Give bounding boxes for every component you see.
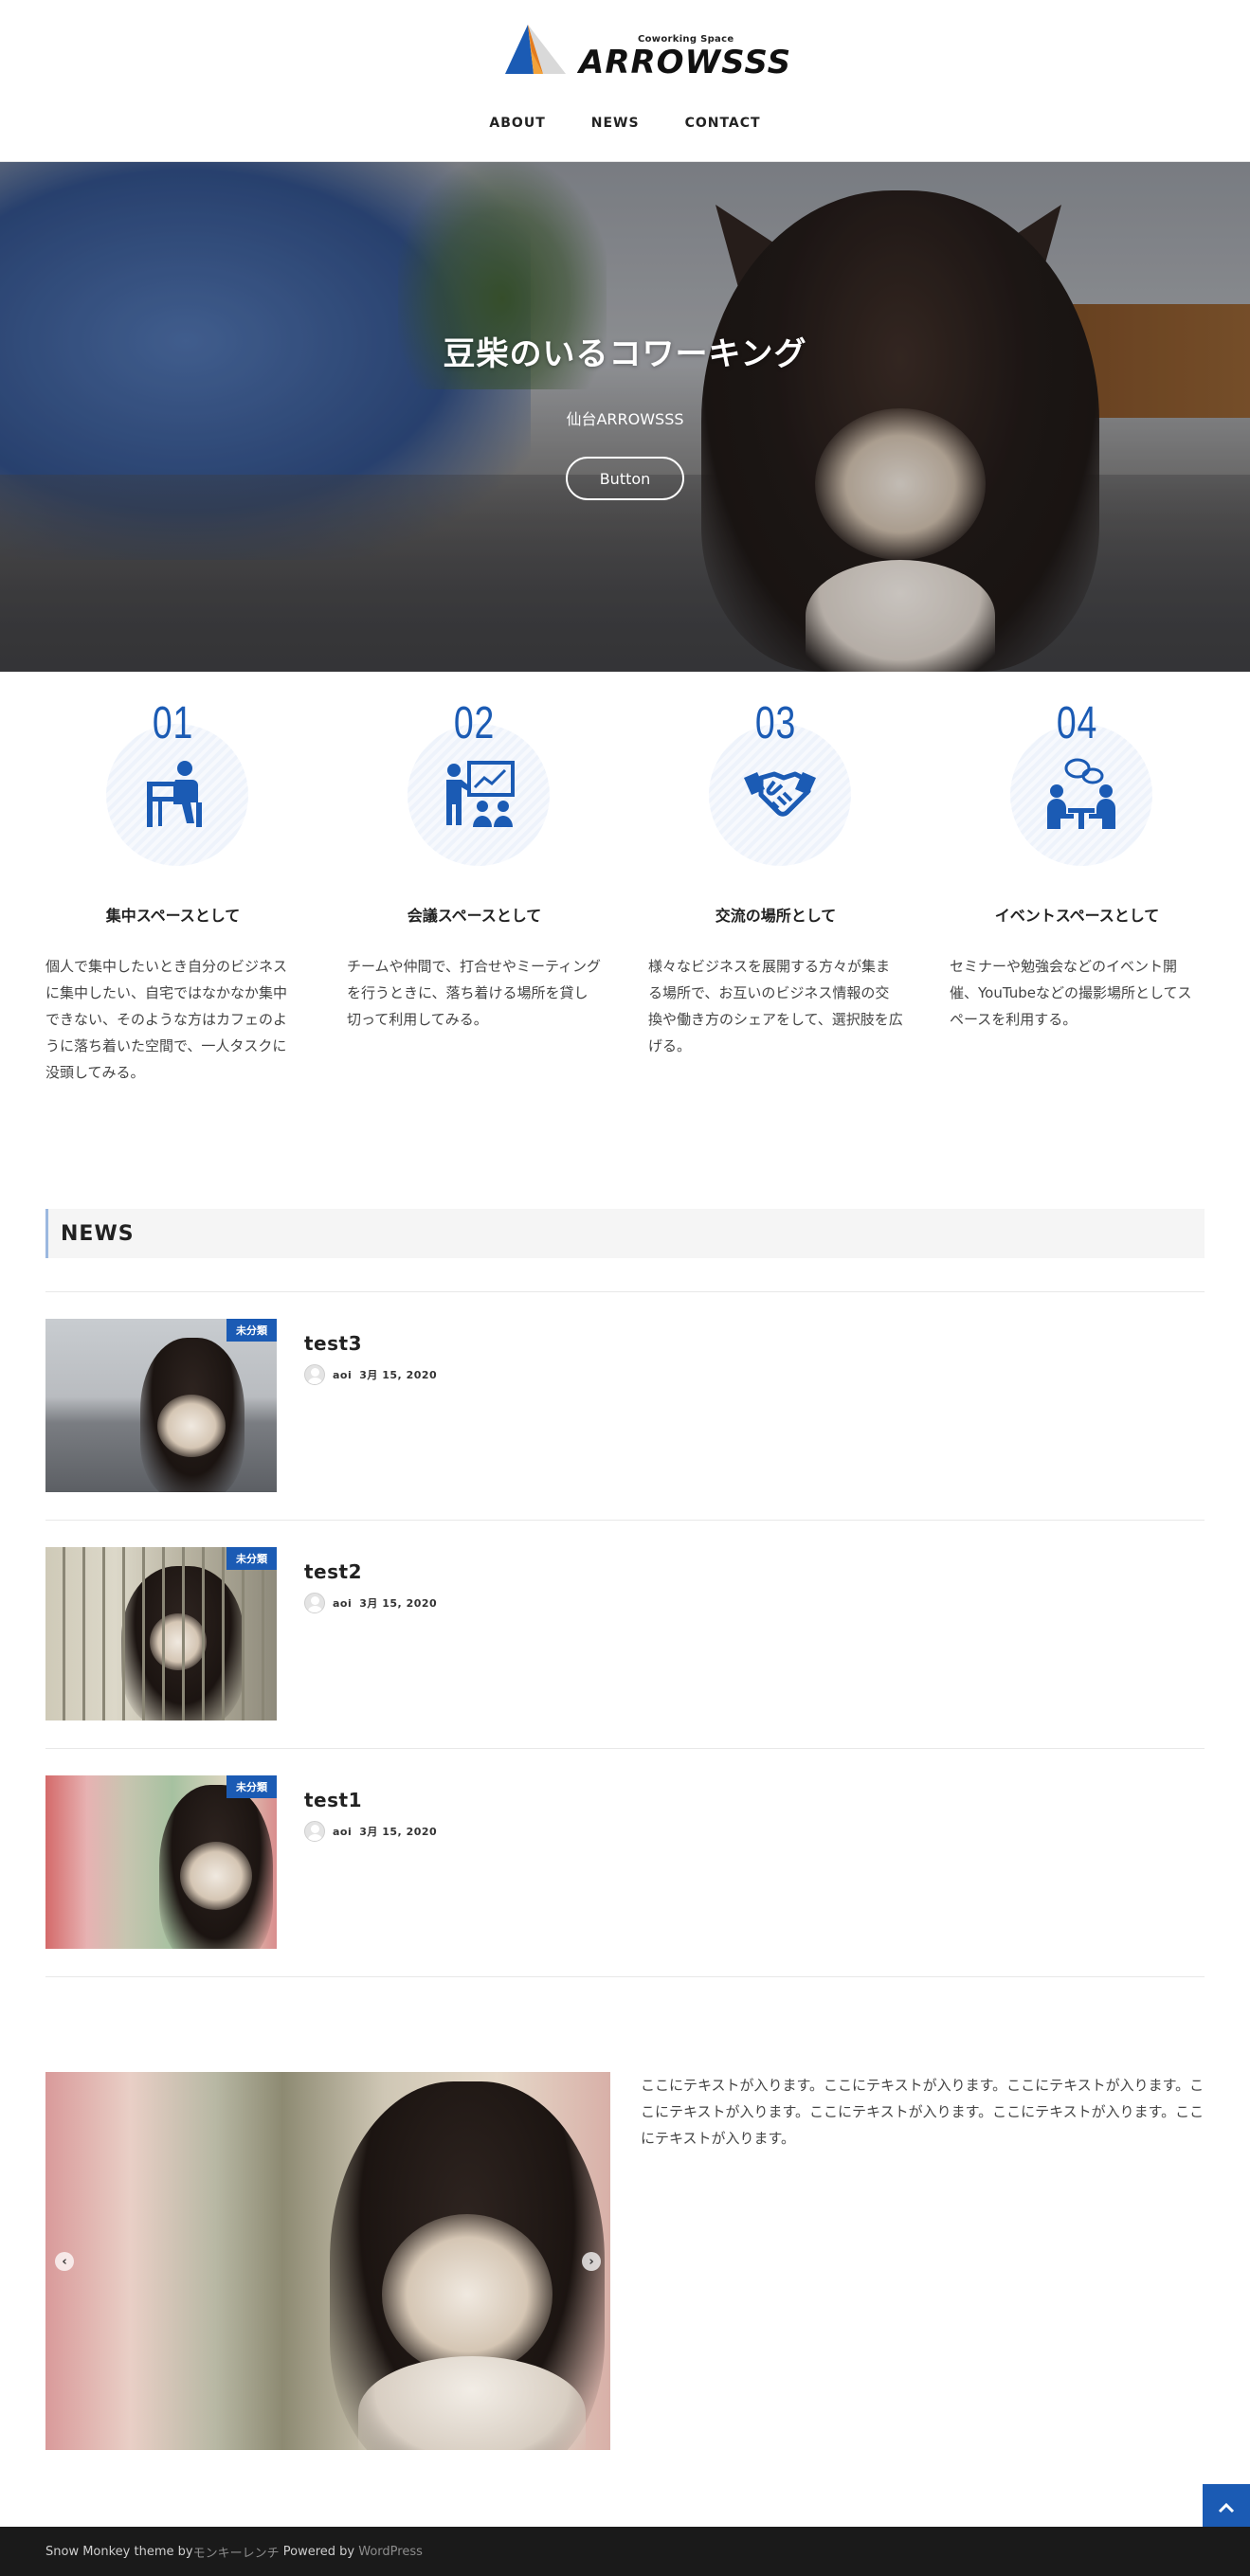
- news-thumbnail[interactable]: 未分類: [45, 1775, 277, 1949]
- thumbnail-dog-face: [157, 1395, 226, 1457]
- feature-description: 様々なビジネスを展開する方々が集まる場所で、お互いのビジネス情報の交換や働き方の…: [648, 958, 903, 1054]
- feature-description: セミナーや勉強会などのイベント開催、YouTubeなどの撮影場所としてスペースを…: [950, 958, 1192, 1028]
- logo-title: ARROWSSS: [579, 44, 792, 81]
- avatar: [304, 1821, 325, 1842]
- chevron-up-icon: [1218, 2502, 1235, 2513]
- image-slider[interactable]: ‹ ›: [45, 2072, 610, 2450]
- feature-item: 02 会議スペースとして チームや仲間で、打合せやミーティングを行うときに、落ち…: [347, 682, 602, 1099]
- feature-title: 会議スペースとして: [407, 907, 542, 925]
- logo-wordmark: Coworking Space ARROWSSS: [579, 28, 790, 81]
- features-section: 01 集中スペースとして 個人で集中したいとき自分のビジネスに集中したい、自宅で…: [45, 682, 1205, 1099]
- slider-text: ここにテキストが入ります。ここにテキストが入ります。ここにテキストが入ります。こ…: [641, 2077, 1205, 2147]
- feature-title: 交流の場所として: [715, 907, 837, 925]
- meeting-chat-icon: [1047, 758, 1115, 829]
- hero-button[interactable]: Button: [566, 457, 684, 500]
- news-date: 3月 15, 2020: [359, 1826, 438, 1838]
- news-heading-label: NEWS: [61, 1221, 135, 1246]
- news-thumbnail[interactable]: 未分類: [45, 1319, 277, 1492]
- news-meta: aoi 3月 15, 2020: [304, 1821, 437, 1842]
- slider-next-button[interactable]: ›: [582, 2252, 601, 2271]
- news-item[interactable]: 未分類 test3 aoi 3月 15, 2020: [45, 1292, 1205, 1521]
- feature-description: 個人で集中したいとき自分のビジネスに集中したい、自宅ではなかなか集中できない、そ…: [45, 958, 288, 1081]
- handshake-icon: [744, 771, 816, 817]
- nav-about[interactable]: ABOUT: [489, 116, 545, 131]
- hero-subtitle: 仙台ARROWSSS: [566, 410, 684, 428]
- category-badge[interactable]: 未分類: [226, 1547, 277, 1570]
- news-title[interactable]: test1: [304, 1789, 362, 1811]
- news-item[interactable]: 未分類 test2 aoi 3月 15, 2020: [45, 1521, 1205, 1749]
- feature-item: 04 イベントスペースとして セミナーや勉強会などのイベント開催、YouTube…: [950, 682, 1205, 1099]
- footer-theme-author-link[interactable]: モンキーレンチ: [193, 2543, 280, 2561]
- feature-item: 01 集中スペースとして 個人で集中したいとき自分のビジネスに集中したい、自宅で…: [45, 682, 300, 1099]
- desk-worker-icon: [147, 761, 202, 827]
- hero-section: 豆柴のいるコワーキング 仙台ARROWSSS Button: [0, 162, 1250, 672]
- slider-prev-button[interactable]: ‹: [55, 2252, 74, 2271]
- category-badge[interactable]: 未分類: [226, 1319, 277, 1342]
- footer-powered-prefix: Powered by: [279, 2544, 359, 2559]
- news-author: aoi: [333, 1368, 353, 1381]
- news-title[interactable]: test3: [304, 1332, 362, 1355]
- back-to-top-button[interactable]: [1203, 2484, 1250, 2531]
- arrow-logo-icon: [505, 25, 566, 74]
- feature-title: イベントスペースとして: [994, 907, 1160, 925]
- feature-title: 集中スペースとして: [105, 907, 241, 925]
- news-date: 3月 15, 2020: [359, 1597, 438, 1610]
- footer-wordpress-link[interactable]: WordPress: [358, 2545, 423, 2559]
- site-footer: Snow Monkey theme by モンキーレンチ Powered by …: [0, 2527, 1250, 2576]
- site-header: Coworking Space ARROWSSS ABOUT NEWS CONT…: [0, 0, 1250, 162]
- news-list: 未分類 test3 aoi 3月 15, 2020 未分類 test2 aoi …: [45, 1291, 1205, 1977]
- news-thumbnail[interactable]: 未分類: [45, 1547, 277, 1720]
- news-item[interactable]: 未分類 test1 aoi 3月 15, 2020: [45, 1749, 1205, 1977]
- hero-title: 豆柴のいるコワーキング: [443, 335, 807, 373]
- news-author: aoi: [333, 1596, 353, 1610]
- category-badge[interactable]: 未分類: [226, 1775, 277, 1798]
- feature-number: 04: [1056, 698, 1098, 748]
- feature-description: チームや仲間で、打合せやミーティングを行うときに、落ち着ける場所を貸し切って利用…: [347, 958, 602, 1028]
- news-date: 3月 15, 2020: [359, 1369, 438, 1381]
- feature-number: 02: [453, 698, 496, 748]
- feature-item: 03 交流の場所として 様々なビジネスを展開する方々が集まる場所で、お互いのビジ…: [648, 682, 903, 1099]
- nav-contact[interactable]: CONTACT: [685, 116, 761, 131]
- news-author: aoi: [333, 1825, 353, 1838]
- avatar: [304, 1364, 325, 1385]
- presentation-icon: [446, 761, 515, 827]
- news-title[interactable]: test2: [304, 1560, 362, 1583]
- site-logo[interactable]: Coworking Space ARROWSSS: [499, 23, 790, 81]
- thumbnail-cage-bars: [45, 1547, 277, 1720]
- news-heading: NEWS: [45, 1209, 1205, 1258]
- footer-theme-prefix: Snow Monkey theme by: [45, 2544, 193, 2559]
- nav-news[interactable]: NEWS: [591, 116, 640, 131]
- news-meta: aoi 3月 15, 2020: [304, 1593, 437, 1613]
- feature-number: 03: [754, 698, 797, 748]
- global-nav: ABOUT NEWS CONTACT: [0, 116, 1250, 131]
- thumbnail-dog-face: [180, 1842, 252, 1910]
- news-meta: aoi 3月 15, 2020: [304, 1364, 437, 1385]
- avatar: [304, 1593, 325, 1613]
- slider-dog-face: [382, 2214, 553, 2375]
- feature-number: 01: [152, 698, 194, 748]
